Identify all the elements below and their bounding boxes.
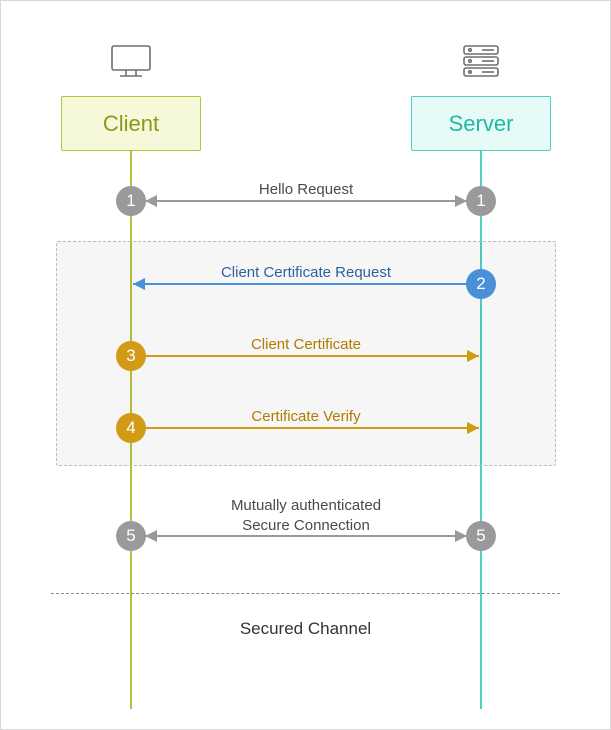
step-3: Client Certificate3 <box>1 356 611 401</box>
arrow-line <box>133 283 467 285</box>
client-node: Client <box>61 96 201 151</box>
step-badge: 1 <box>466 186 496 216</box>
channel-divider <box>51 593 560 594</box>
step-5: Mutually authenticatedSecure Connection5… <box>1 536 611 581</box>
step-badge: 4 <box>116 413 146 443</box>
step-1: Hello Request11 <box>1 201 611 246</box>
server-node: Server <box>411 96 551 151</box>
step-badge: 2 <box>466 269 496 299</box>
step-4: Certificate Verify4 <box>1 428 611 473</box>
arrow-line <box>145 427 479 429</box>
step-label: Certificate Verify <box>131 408 481 425</box>
arrowhead-right-icon <box>467 350 479 362</box>
arrow-line <box>145 535 467 537</box>
arrowhead-right-icon <box>467 422 479 434</box>
diagram-canvas: Client Server Hello Request11Client Cert… <box>0 0 611 730</box>
step-label: Client Certificate <box>131 336 481 353</box>
arrowhead-left-icon <box>145 195 157 207</box>
step-badge: 3 <box>116 341 146 371</box>
arrowhead-left-icon <box>145 530 157 542</box>
server-node-label: Server <box>449 111 514 137</box>
step-badge: 5 <box>116 521 146 551</box>
server-stack-icon <box>451 36 511 82</box>
arrow-line <box>145 355 479 357</box>
client-node-label: Client <box>103 111 159 137</box>
step-badge: 1 <box>116 186 146 216</box>
step-label: Mutually authenticatedSecure Connection <box>131 496 481 535</box>
arrow-line <box>145 200 467 202</box>
arrowhead-left-icon <box>133 278 145 290</box>
secured-channel-label: Secured Channel <box>1 619 610 639</box>
step-badge: 5 <box>466 521 496 551</box>
step-label: Client Certificate Request <box>131 264 481 281</box>
step-label: Hello Request <box>131 181 481 198</box>
monitor-icon <box>101 36 161 82</box>
step-2: Client Certificate Request2 <box>1 284 611 329</box>
